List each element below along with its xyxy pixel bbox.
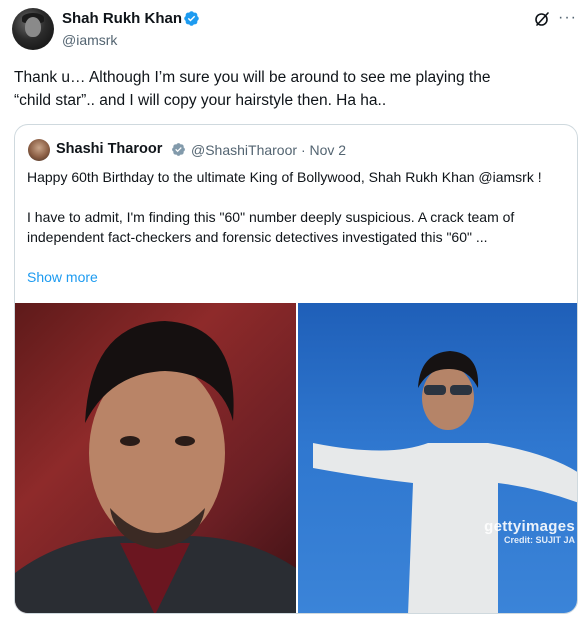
tweet: Shah Rukh Khan @iamsrk ··· Thank u… Alth…: [0, 0, 584, 618]
quoted-date: Nov 2: [309, 142, 347, 158]
author-name[interactable]: Shah Rukh Khan: [62, 10, 182, 27]
grok-icon[interactable]: [534, 11, 550, 27]
quoted-author-handle: @ShashiTharoor: [191, 142, 298, 158]
author-avatar[interactable]: [12, 8, 54, 50]
quoted-author-name: Shashi Tharoor: [56, 141, 163, 157]
quoted-paragraph: Happy 60th Birthday to the ultimate King…: [27, 169, 542, 185]
show-more-link[interactable]: Show more: [27, 269, 98, 285]
verified-badge-icon: [172, 143, 185, 156]
author-handle[interactable]: @iamsrk: [62, 32, 117, 48]
quoted-post[interactable]: Shashi Tharoor @ShashiTharoor · Nov 2 Ha…: [14, 124, 578, 614]
watermark-brand: gettyimages: [484, 518, 575, 535]
outstretched-arms-photo[interactable]: gettyimages Credit: SUJIT JA: [298, 303, 577, 613]
quoted-media: gettyimages Credit: SUJIT JA: [15, 303, 577, 613]
post-text-line: Thank u… Although I’m sure you will be a…: [14, 69, 491, 86]
post-text-line: “child star”.. and I will copy your hair…: [14, 92, 387, 109]
quoted-meta: @ShashiTharoor · Nov 2: [191, 142, 346, 158]
quoted-author-avatar[interactable]: [28, 139, 50, 161]
more-horizontal-icon[interactable]: ···: [558, 10, 577, 26]
photo-illustration: [313, 351, 577, 613]
post-text: Thank u… Although I’m sure you will be a…: [14, 66, 574, 112]
getty-watermark: gettyimages Credit: SUJIT JA: [484, 518, 575, 545]
watermark-credit: Credit: SUJIT JA: [503, 535, 575, 545]
quoted-text: Happy 60th Birthday to the ultimate King…: [27, 167, 567, 267]
quoted-paragraph: I have to admit, I'm finding this "60" n…: [27, 209, 515, 245]
meta-separator: ·: [300, 142, 306, 158]
verified-badge-icon: [184, 11, 199, 26]
portrait-illustration: [15, 321, 296, 613]
portrait-photo[interactable]: [15, 303, 296, 613]
